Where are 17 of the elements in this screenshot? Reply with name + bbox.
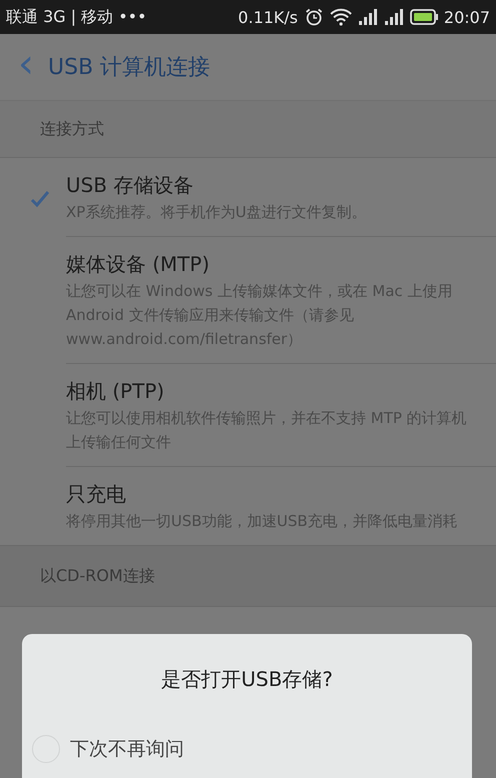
clock-time: 20:07	[444, 8, 490, 26]
section-header: 以CD-ROM连接	[0, 545, 496, 607]
battery-icon	[410, 9, 438, 25]
page-title: USB 计算机连接	[48, 54, 210, 82]
carrier-text: 联通 3G | 移动 •••	[6, 6, 147, 28]
network-speed: 0.11K/s	[238, 8, 298, 26]
section-header: 连接方式	[0, 101, 496, 158]
signal-icon	[358, 8, 378, 26]
option-title: USB 存储设备	[66, 172, 194, 199]
dialog-title: 是否打开USB存储?	[160, 666, 334, 693]
signal-icon	[384, 8, 404, 26]
option-title: 媒体设备 (MTP)	[66, 251, 210, 278]
option-title: 相机 (PTP)	[66, 378, 166, 405]
wifi-icon	[330, 8, 352, 26]
alarm-clock-icon	[304, 7, 324, 27]
checkbox-item[interactable]: 下次不再询问	[32, 735, 472, 763]
option-title: 只充电	[66, 481, 127, 508]
